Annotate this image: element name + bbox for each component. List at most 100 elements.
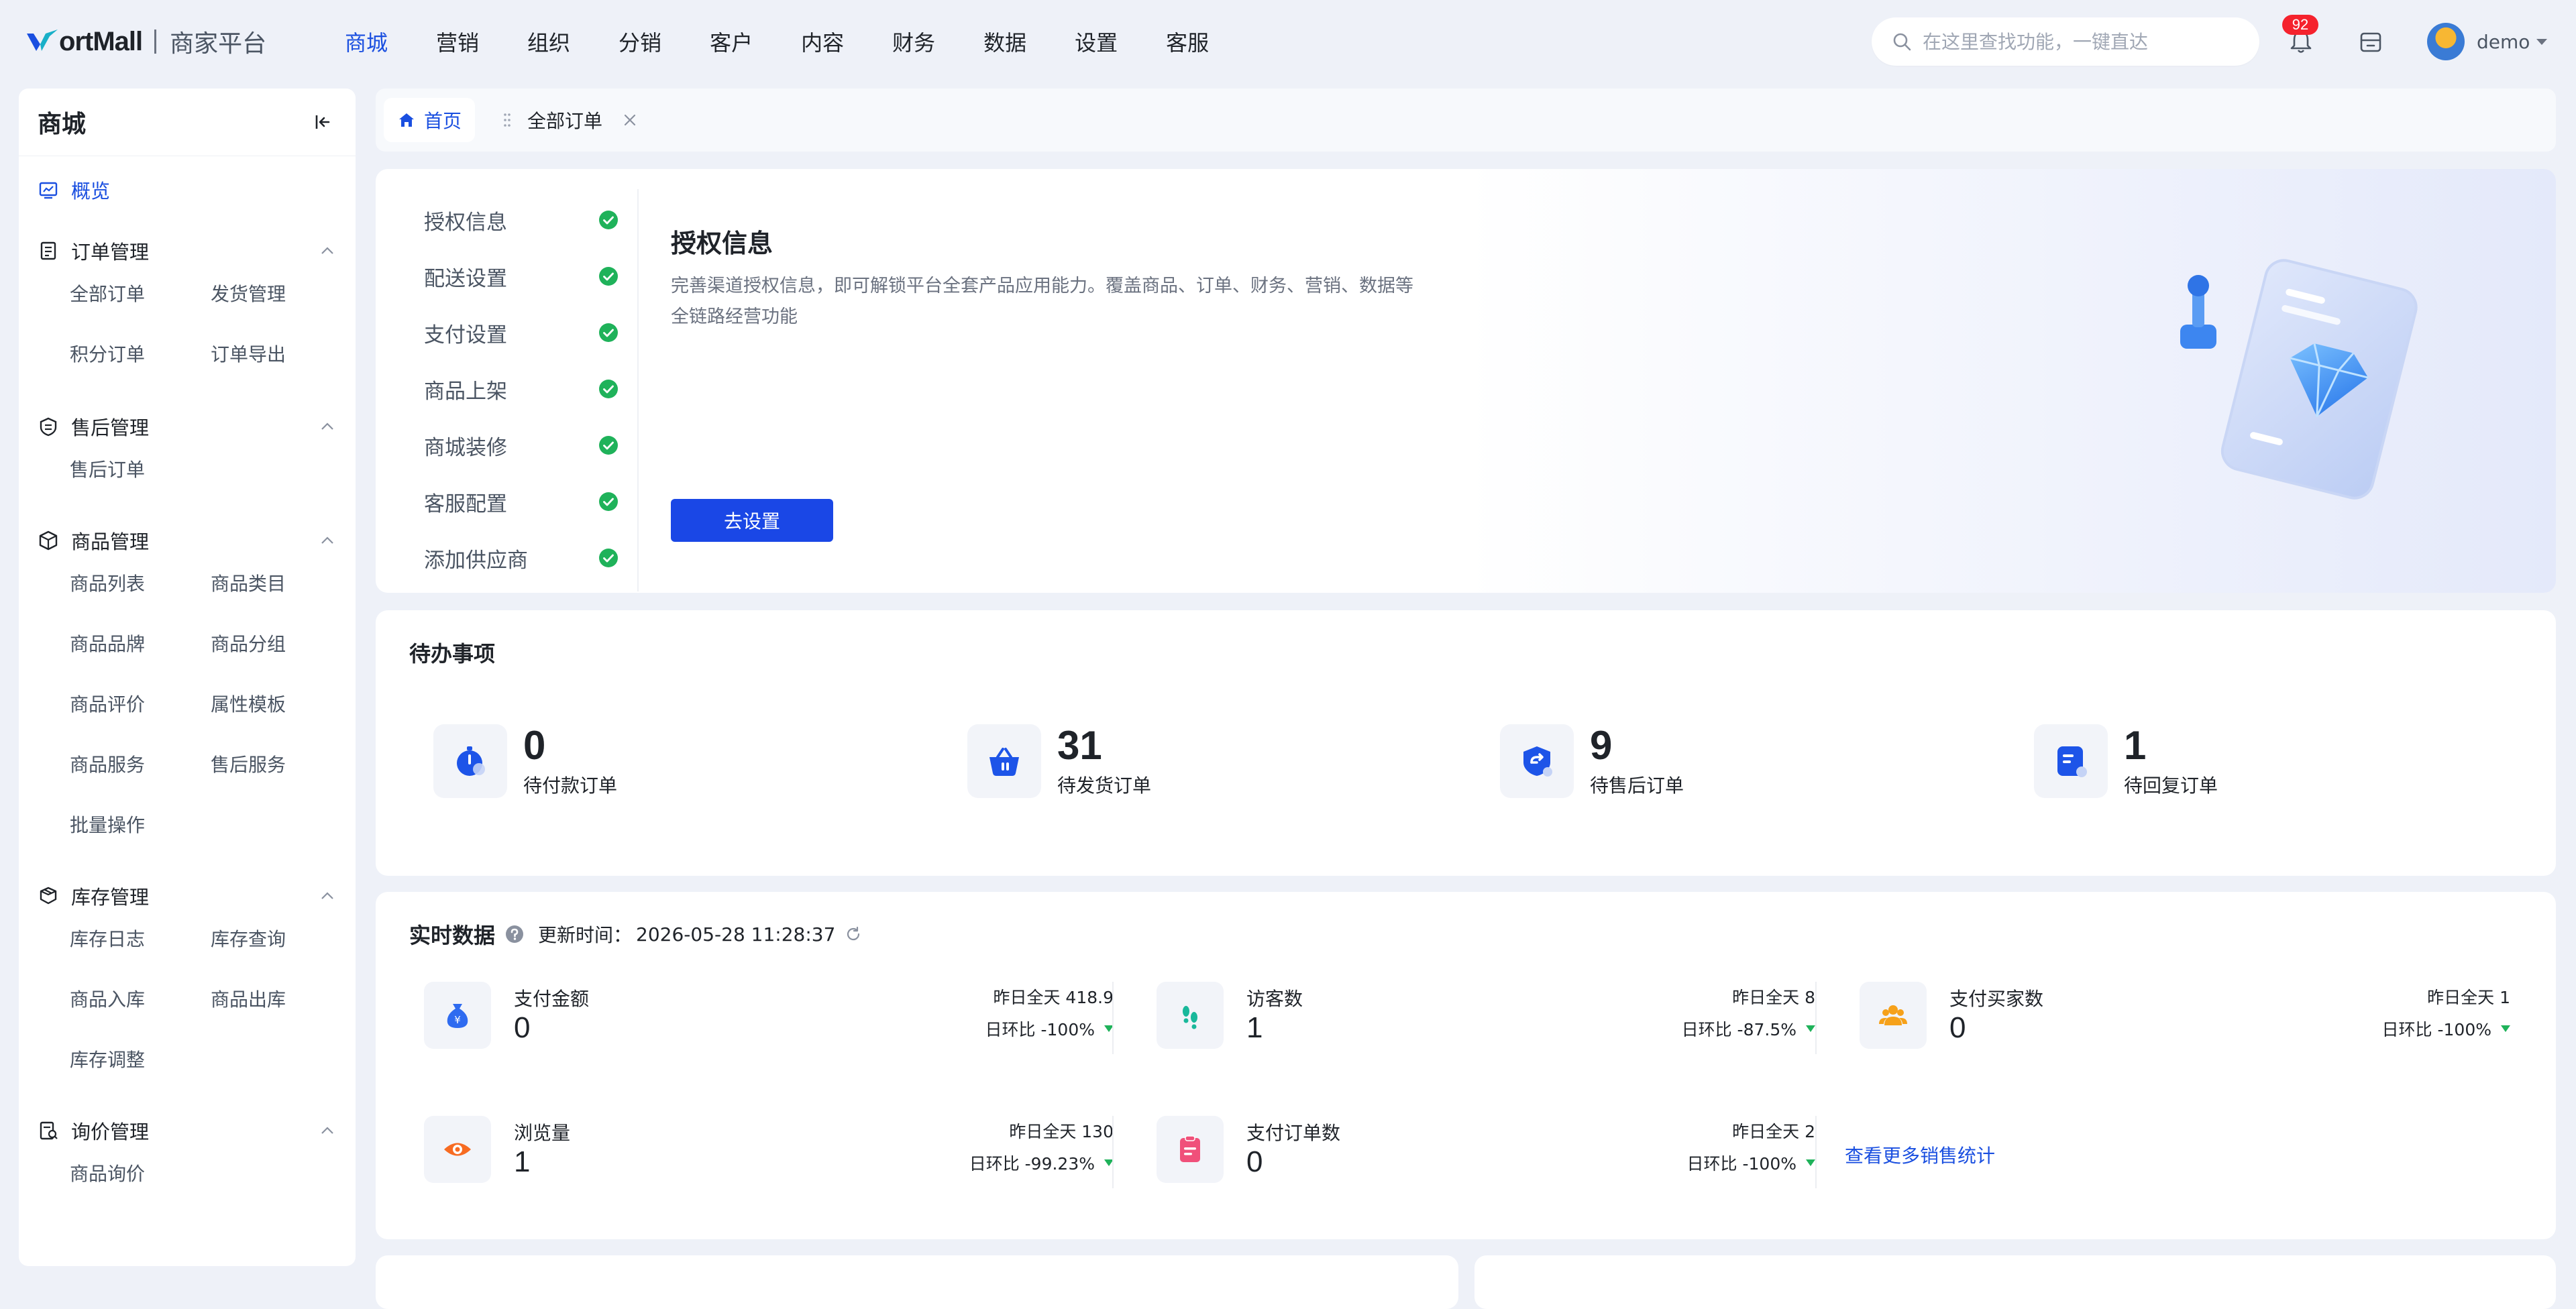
metric-paid-orders[interactable]: 支付订单数 0 昨日全天 2 日环比 -100% (1157, 1116, 1815, 1190)
sidebar-item-batch-ops[interactable]: 批量操作 (70, 795, 211, 856)
platform-name: 商家平台 (170, 30, 267, 58)
divider (637, 189, 639, 591)
sidebar-group-items: 售后订单 (70, 440, 337, 500)
sidebar-item-shipping[interactable]: 发货管理 (211, 264, 352, 325)
metric-label: 访客数 (1246, 988, 1303, 1010)
sidebar-item-stock-log[interactable]: 库存日志 (70, 909, 211, 970)
nav-distribution[interactable]: 分销 (619, 26, 661, 57)
metric-ratio-text: 日环比 -100% (985, 1020, 1095, 1039)
sidebar-group-after-sales: 售后管理 售后订单 (38, 413, 337, 500)
sidebar-item-stock-out[interactable]: 商品出库 (211, 970, 352, 1030)
drag-handle-icon[interactable] (503, 111, 511, 129)
sidebar-item-goods-list[interactable]: 商品列表 (70, 554, 211, 614)
search-input[interactable] (1921, 30, 2233, 54)
sidebar-group-items: 商品询价 (70, 1144, 337, 1204)
setup-step[interactable]: 添加供应商 (424, 530, 619, 586)
top-bar: ortMall 商家平台 商城 营销 组织 分销 客户 内容 财务 数据 设置 … (0, 0, 2576, 83)
todo-pending-shipment[interactable]: 31 待发货订单 (967, 724, 1151, 798)
sidebar-item-attr-template[interactable]: 属性模板 (211, 675, 352, 735)
step-label: 添加供应商 (424, 548, 528, 573)
realtime-title: 实时数据 (409, 923, 496, 948)
nav-settings[interactable]: 设置 (1075, 26, 1118, 57)
avatar (2427, 23, 2465, 60)
sidebar-group-items: 全部订单 发货管理 积分订单 订单导出 (70, 264, 337, 385)
nav-customer[interactable]: 客户 (710, 26, 753, 57)
clipboard-icon (1157, 1116, 1224, 1183)
home-icon (398, 113, 414, 127)
metric-pay-amount[interactable]: ¥ 支付金额 0 昨日全天 418.9 日环比 -100% (424, 982, 1114, 1056)
todo-text: 0 待付款订单 (523, 724, 617, 798)
chevron-up-icon (321, 892, 333, 899)
sidebar-item-stock-in[interactable]: 商品入库 (70, 970, 211, 1030)
check-circle-icon (599, 380, 618, 398)
sidebar-item-overview[interactable]: 概览 (38, 176, 110, 204)
sidebar-group-header[interactable]: 商品管理 (38, 527, 337, 554)
user-menu[interactable]: demo (2427, 21, 2548, 62)
setup-step[interactable]: 配送设置 (424, 248, 619, 304)
nav-marketing[interactable]: 营销 (436, 26, 479, 57)
sidebar-group-inventory: 库存管理 库存日志 库存查询 商品入库 商品出库 库存调整 (38, 883, 337, 1090)
tab-home[interactable]: 首页 (384, 98, 475, 142)
step-label: 商品上架 (424, 379, 507, 404)
nav-data[interactable]: 数据 (983, 26, 1026, 57)
nav-organization[interactable]: 组织 (527, 26, 570, 57)
sidebar-item-goods-brand[interactable]: 商品品牌 (70, 614, 211, 675)
nav-mall[interactable]: 商城 (345, 26, 388, 57)
go-setup-button[interactable]: 去设置 (671, 499, 833, 542)
sidebar-item-order-export[interactable]: 订单导出 (211, 325, 352, 385)
setup-step[interactable]: 商品上架 (424, 361, 619, 417)
sidebar-group-header[interactable]: 售后管理 (38, 413, 337, 440)
todo-pending-after-sale[interactable]: 9 待售后订单 (1500, 724, 1684, 798)
metric-ratio-text: 日环比 -99.23% (969, 1154, 1095, 1174)
sidebar-group-header[interactable]: 询价管理 (38, 1117, 337, 1144)
more-sales-stats-link[interactable]: 查看更多销售统计 (1845, 1141, 1995, 1168)
todo-value: 9 (1590, 723, 1613, 768)
setup-step[interactable]: 商城装修 (424, 417, 619, 473)
collapse-sidebar-icon[interactable] (313, 111, 334, 133)
todo-pending-payment[interactable]: 0 待付款订单 (433, 724, 617, 798)
brand-logo[interactable]: ortMall 商家平台 (25, 24, 266, 59)
nav-service[interactable]: 客服 (1166, 26, 1209, 57)
setup-step[interactable]: 支付设置 (424, 304, 619, 361)
sidebar-group-header[interactable]: 订单管理 (38, 237, 337, 264)
close-icon[interactable] (623, 113, 637, 127)
sidebar-item-goods-category[interactable]: 商品类目 (211, 554, 352, 614)
update-time: 2026-05-28 11:28:37 (636, 923, 836, 946)
sidebar-item-after-sale-orders[interactable]: 售后订单 (70, 440, 211, 500)
store-icon[interactable] (2357, 28, 2384, 55)
nav-content[interactable]: 内容 (801, 26, 844, 57)
sidebar-group-label: 订单管理 (71, 241, 150, 264)
sidebar-item-all-orders[interactable]: 全部订单 (70, 264, 211, 325)
metric-paying-buyers[interactable]: 支付买家数 0 昨日全天 1 日环比 -100% (1860, 982, 2510, 1056)
refresh-icon[interactable] (845, 925, 862, 943)
metric-ratio: 日环比 -100% (1687, 1151, 1815, 1175)
metric-yesterday: 昨日全天 1 (2427, 988, 2510, 1007)
nav-finance[interactable]: 财务 (892, 26, 935, 57)
metric-ratio-text: 日环比 -100% (1686, 1154, 1796, 1174)
dashboard-icon (39, 182, 58, 199)
sidebar-item-stock-query[interactable]: 库存查询 (211, 909, 352, 970)
sidebar-item-goods-group[interactable]: 商品分组 (211, 614, 352, 675)
todo-pending-reply[interactable]: 1 待回复订单 (2034, 724, 2218, 798)
sidebar-item-goods-service[interactable]: 商品服务 (70, 735, 211, 795)
metric-ratio: 日环比 -87.5% (1682, 1017, 1815, 1041)
metric-yesterday: 昨日全天 130 (1009, 1122, 1114, 1141)
metric-visitors[interactable]: 访客数 1 昨日全天 8 日环比 -87.5% (1157, 982, 1815, 1056)
realtime-header: 实时数据 更新时间： 2026-05-28 11:28:37 (409, 919, 862, 950)
sidebar-item-goods-review[interactable]: 商品评价 (70, 675, 211, 735)
todo-label: 待发货订单 (1057, 775, 1152, 797)
sidebar-item-stock-adjust[interactable]: 库存调整 (70, 1030, 211, 1090)
setup-step[interactable]: 客服配置 (424, 473, 619, 530)
sidebar-title: 商城 (38, 111, 87, 138)
sidebar-item-after-sale-service[interactable]: 售后服务 (211, 735, 352, 795)
metric-page-views[interactable]: 浏览量 1 昨日全天 130 日环比 -99.23% (424, 1116, 1114, 1190)
auth-description: 完善渠道授权信息，即可解锁平台全套产品应用能力。覆盖商品、订单、财务、营销、数据… (671, 276, 1413, 327)
step-label: 授权信息 (424, 210, 507, 235)
sidebar-item-goods-inquiry[interactable]: 商品询价 (70, 1144, 211, 1204)
sidebar-group-header[interactable]: 库存管理 (38, 883, 337, 909)
tab-all-orders[interactable]: 全部订单 (490, 98, 657, 142)
setup-step[interactable]: 授权信息 (424, 192, 619, 248)
todo-title: 待办事项 (409, 641, 496, 667)
sidebar-item-points-orders[interactable]: 积分订单 (70, 325, 211, 385)
help-icon[interactable] (504, 924, 525, 944)
